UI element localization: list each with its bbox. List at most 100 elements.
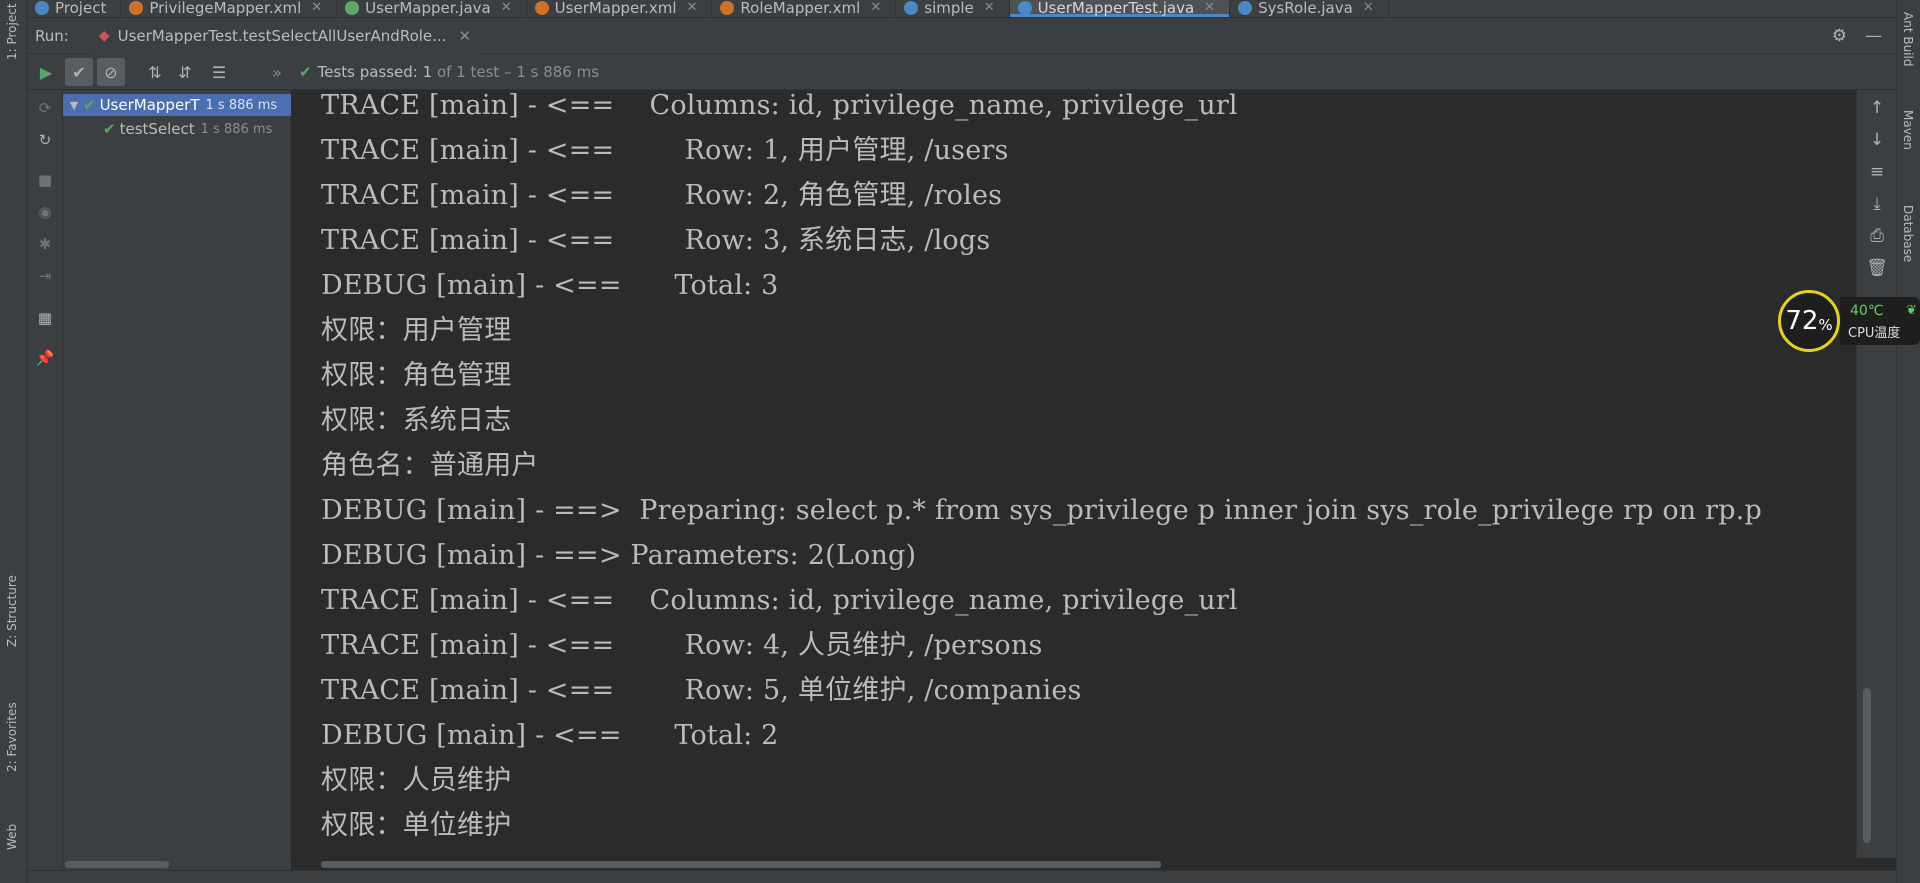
- debug-icon[interactable]: ✱: [33, 232, 57, 256]
- tool-tab-project-label: 1: Project: [5, 3, 19, 60]
- tree-horizontal-scrollbar[interactable]: [63, 858, 291, 870]
- console-line: 角色名：普通用户: [321, 450, 539, 481]
- console-line: 权限：角色管理: [321, 360, 512, 391]
- tool-tab-database[interactable]: Database: [1901, 205, 1915, 262]
- xml-file-icon: [720, 1, 735, 15]
- editor-tab-label: UserMapper.xml: [554, 0, 677, 17]
- editor-tab-label: SysRole.java: [1258, 0, 1353, 17]
- console-line: DEBUG [main] - <== Total: 3: [321, 270, 779, 301]
- editor-tab-label: UserMapperTest.java: [1037, 0, 1195, 17]
- editor-tab-label: Project: [55, 0, 107, 17]
- test-name: testSelect: [119, 120, 195, 138]
- check-icon: ✔: [83, 96, 96, 114]
- xml-file-icon: [129, 1, 144, 15]
- editor-tab[interactable]: Project: [27, 0, 122, 17]
- expand-all-icon[interactable]: ☰: [205, 58, 233, 86]
- console-output[interactable]: TRACE [main] - <== Columns: id, privileg…: [291, 90, 1856, 858]
- editor-tab[interactable]: UserMapper.java ✕: [337, 0, 527, 17]
- chevron-down-icon[interactable]: ▼: [63, 99, 83, 112]
- arrow-down-icon[interactable]: ↓: [1865, 128, 1889, 152]
- close-icon[interactable]: ✕: [984, 0, 995, 17]
- run-side-toolbar: ⟳ ↻ ■ ◉ ✱ ⇥ ▦ 📌: [27, 90, 63, 883]
- console-line: TRACE [main] - <== Row: 3, 系统日志, /logs: [321, 225, 991, 256]
- camera-icon[interactable]: ◉: [33, 200, 57, 224]
- right-tool-strip: Ant Build Maven Database: [1896, 0, 1920, 883]
- exit-icon[interactable]: ⇥: [33, 264, 57, 288]
- status-bar: [27, 870, 1896, 883]
- test-tree-row[interactable]: ▼ ✔ UserMapperT 1 s 886 ms: [63, 94, 291, 116]
- more-icon[interactable]: »: [263, 58, 291, 86]
- console-line: TRACE [main] - <== Row: 5, 单位维护, /compan…: [321, 675, 1082, 706]
- editor-tab[interactable]: PrivilegeMapper.xml ✕: [121, 0, 338, 17]
- check-icon: ✔: [299, 63, 312, 81]
- stop-icon[interactable]: ■: [33, 168, 57, 192]
- editor-tab[interactable]: simple ✕: [896, 0, 1010, 17]
- tool-tab-ant-build[interactable]: Ant Build: [1901, 12, 1915, 66]
- tool-tab-project[interactable]: 1: Project: [0, 0, 27, 70]
- scroll-thumb[interactable]: [321, 861, 1161, 868]
- tool-tab-favorites-label: 2: Favorites: [5, 702, 19, 772]
- class-icon: [1017, 1, 1032, 15]
- print-icon[interactable]: ⎙: [1865, 224, 1889, 248]
- sort-by-duration-icon[interactable]: ⇵: [171, 58, 199, 86]
- editor-tab[interactable]: UserMapperTest.java ✕: [1009, 0, 1231, 17]
- console-line: 权限：用户管理: [321, 315, 512, 346]
- console-line: DEBUG [main] - ==> Parameters: 2(Long): [321, 540, 917, 571]
- close-icon[interactable]: ✕: [458, 27, 471, 45]
- console-horizontal-scrollbar[interactable]: [291, 858, 1856, 870]
- cpu-percent: 72: [1785, 306, 1819, 336]
- cpu-widget[interactable]: 72% 40℃ ❦ CPU温度: [1778, 290, 1920, 358]
- arrow-up-icon[interactable]: ↑: [1865, 96, 1889, 120]
- cpu-temp-value: 40℃: [1850, 303, 1884, 319]
- tool-tab-web-label: Web: [5, 823, 19, 850]
- tests-detail-text: of 1 test – 1 s 886 ms: [432, 63, 600, 81]
- cpu-percent-sign: %: [1818, 315, 1833, 334]
- tool-tab-favorites[interactable]: 2: Favorites: [0, 680, 27, 775]
- close-icon[interactable]: ✕: [1204, 0, 1215, 17]
- console-line: DEBUG [main] - ==> Preparing: select p.*…: [321, 495, 1763, 526]
- pin-icon[interactable]: 📌: [33, 346, 57, 370]
- xml-file-icon: [534, 1, 549, 15]
- console-line: TRACE [main] - <== Row: 4, 人员维护, /person…: [321, 630, 1043, 661]
- junit-icon: ◆: [98, 27, 110, 44]
- run-config-tab[interactable]: ◆ UserMapperTest.testSelectAllUserAndRol…: [90, 17, 480, 54]
- scroll-to-end-icon[interactable]: ⤓: [1865, 192, 1889, 216]
- close-icon[interactable]: ✕: [870, 0, 881, 17]
- close-icon[interactable]: ✕: [686, 0, 697, 17]
- close-icon[interactable]: ✕: [311, 0, 322, 17]
- show-ignored-icon[interactable]: ⊘: [97, 58, 125, 86]
- tool-tab-structure[interactable]: Z: Structure: [0, 555, 27, 650]
- project-icon: [35, 1, 49, 15]
- minimize-icon[interactable]: —: [1865, 26, 1882, 46]
- close-icon[interactable]: ✕: [501, 0, 512, 17]
- editor-tab-label: UserMapper.java: [365, 0, 491, 17]
- editor-tab-label: simple: [924, 0, 974, 17]
- test-tree-row[interactable]: ✔ testSelect 1 s 886 ms: [63, 118, 291, 140]
- toggle-auto-test-icon[interactable]: ↻: [33, 128, 57, 152]
- rerun-icon[interactable]: ▶: [32, 58, 60, 86]
- run-toolbar: ▶ ✔ ⊘ ⇅ ⇵ ☰ » ✔ Tests passed: 1 of 1 test…: [27, 54, 1896, 90]
- class-icon: [1238, 1, 1253, 15]
- tool-tab-web[interactable]: Web: [0, 805, 27, 860]
- close-icon[interactable]: ✕: [1363, 0, 1374, 17]
- scroll-thumb[interactable]: [65, 861, 169, 868]
- console-line: TRACE [main] - <== Columns: id, privileg…: [321, 585, 1238, 616]
- layout-icon[interactable]: ▦: [33, 306, 57, 330]
- tool-tab-maven[interactable]: Maven: [1901, 110, 1915, 150]
- editor-tab[interactable]: RoleMapper.xml ✕: [712, 0, 897, 17]
- test-status: ✔ Tests passed: 1 of 1 test – 1 s 886 ms: [299, 63, 599, 81]
- interface-icon: [345, 1, 360, 15]
- editor-tab[interactable]: UserMapper.xml ✕: [527, 0, 713, 17]
- show-passed-icon[interactable]: ✔: [65, 58, 93, 86]
- soft-wrap-icon[interactable]: ≡: [1865, 160, 1889, 184]
- left-tool-strip: 1: Project Z: Structure 2: Favorites Web: [0, 0, 27, 883]
- gear-icon[interactable]: ⚙: [1832, 26, 1847, 46]
- trash-icon[interactable]: 🗑: [1865, 256, 1889, 280]
- rerun-failed-icon[interactable]: ⟳: [33, 96, 57, 120]
- test-duration: 1 s 886 ms: [200, 121, 273, 137]
- leaf-icon: ❦: [1906, 303, 1917, 318]
- console-vertical-scrollbar[interactable]: [1863, 688, 1871, 843]
- sort-alphabetically-icon[interactable]: ⇅: [141, 58, 169, 86]
- run-config-label: UserMapperTest.testSelectAllUserAndRole.…: [117, 26, 447, 45]
- editor-tab[interactable]: SysRole.java ✕: [1230, 0, 1389, 17]
